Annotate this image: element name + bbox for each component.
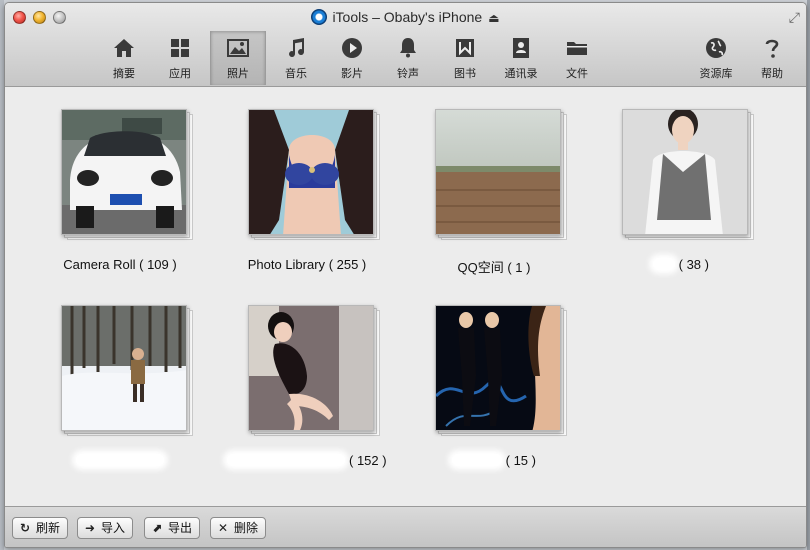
photo-album-grid: Camera Roll ( 109 ) Photo Library (255 … — [5, 87, 806, 508]
album-thumbnail — [61, 109, 187, 235]
album-camera-roll[interactable]: Camera Roll ( 109 ) — [7, 89, 197, 272]
tab-help-label: 帮助 — [761, 68, 783, 80]
album-stack — [622, 109, 754, 240]
album-thumbnail — [248, 109, 374, 235]
globe-icon — [691, 31, 741, 61]
tab-ringtones[interactable]: 铃声 — [383, 31, 433, 85]
tab-files[interactable]: 文件 — [552, 31, 602, 85]
tab-music[interactable]: 音乐 — [271, 31, 321, 85]
album-stack — [435, 305, 567, 436]
bottom-toolbar: ↻ 刷新 ➜ 导入 ⬈ 导出 ✕ 删除 — [5, 506, 806, 547]
album-caption: ( 15 ) — [379, 453, 609, 468]
tab-photos[interactable]: 照片 — [210, 31, 266, 85]
album-stack — [435, 109, 567, 240]
import-button[interactable]: ➜ 导入 — [77, 517, 134, 539]
redacted-name — [653, 258, 676, 270]
album-stack — [61, 305, 193, 436]
music-icon — [271, 31, 321, 61]
eject-icon[interactable]: ⏏ — [488, 11, 499, 25]
import-icon: ➜ — [84, 521, 96, 535]
window-title-text: iTools – Obaby's iPhone — [332, 9, 483, 25]
tab-contacts-label: 通讯录 — [504, 68, 538, 80]
redacted-name — [452, 454, 503, 466]
delete-icon: ✕ — [217, 521, 229, 535]
photo-icon — [211, 31, 265, 61]
album-caption: ( 38 ) — [566, 257, 796, 272]
book-icon — [440, 31, 490, 61]
tab-summary[interactable]: 摘要 — [99, 31, 149, 85]
album-qq-space[interactable]: QQ空间 ( 1 ) — [381, 89, 571, 275]
fullscreen-icon[interactable]: ⤢ — [789, 9, 800, 26]
help-icon — [747, 31, 797, 61]
album-thumbnail — [248, 305, 374, 431]
export-icon: ⬈ — [151, 521, 163, 535]
refresh-icon: ↻ — [19, 521, 31, 535]
tab-help[interactable]: 帮助 — [747, 31, 797, 85]
redacted-name — [76, 454, 164, 466]
album-stack — [248, 109, 380, 240]
album-thumbnail — [435, 109, 561, 235]
tab-ringtones-label: 铃声 — [397, 68, 419, 80]
tab-music-label: 音乐 — [285, 68, 307, 80]
folder-icon — [552, 31, 602, 61]
tab-library-label: 资源库 — [699, 68, 733, 80]
tab-summary-label: 摘要 — [113, 68, 135, 80]
album-5[interactable] — [7, 285, 197, 466]
tab-books[interactable]: 图书 — [440, 31, 490, 85]
tab-apps-label: 应用 — [169, 68, 191, 80]
play-icon — [327, 31, 377, 61]
export-button[interactable]: ⬈ 导出 — [144, 517, 201, 539]
tab-files-label: 文件 — [566, 68, 588, 80]
tab-apps[interactable]: 应用 — [155, 31, 205, 85]
refresh-button[interactable]: ↻ 刷新 — [12, 517, 69, 539]
tab-contacts[interactable]: 通讯录 — [496, 31, 546, 85]
album-thumbnail — [622, 109, 748, 235]
contacts-icon — [496, 31, 546, 61]
album-6[interactable]: ( 152 ) — [194, 285, 387, 468]
tab-movies-label: 影片 — [341, 68, 363, 80]
album-photo-library[interactable]: Photo Library ( 255 ) — [194, 89, 384, 272]
delete-button[interactable]: ✕ 删除 — [210, 517, 267, 539]
tab-movies[interactable]: 影片 — [327, 31, 377, 85]
apps-icon — [155, 31, 205, 61]
main-toolbar: 摘要 应用 照片 音乐 影片 铃声 图书 通讯录 文件 资源库 帮助 — [5, 31, 806, 85]
tab-photos-label: 照片 — [227, 68, 249, 80]
album-thumbnail — [61, 305, 187, 431]
itools-window: iTools – Obaby's iPhone ⏏ ⤢ 摘要 应用 照片 音乐 — [4, 2, 807, 548]
title-bar: iTools – Obaby's iPhone ⏏ ⤢ 摘要 应用 照片 音乐 — [5, 3, 806, 87]
album-stack — [61, 109, 193, 240]
window-title: iTools – Obaby's iPhone ⏏ — [5, 9, 806, 25]
album-4[interactable]: ( 38 ) — [568, 89, 758, 272]
album-7[interactable]: ( 15 ) — [381, 285, 571, 468]
tab-library[interactable]: 资源库 — [691, 31, 741, 85]
itools-logo-icon — [311, 9, 328, 25]
album-stack — [248, 305, 380, 436]
album-thumbnail — [435, 305, 561, 431]
redacted-name — [227, 454, 346, 466]
home-icon — [99, 31, 149, 61]
tab-books-label: 图书 — [454, 68, 476, 80]
bell-icon — [383, 31, 433, 61]
